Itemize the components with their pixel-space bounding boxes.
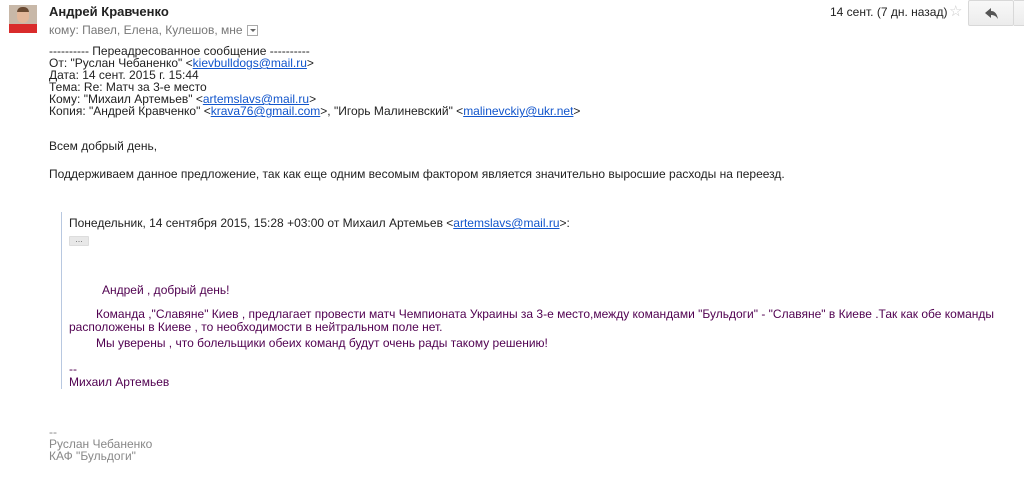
cc-middle: >, "Игорь Малиневский" < — [320, 104, 464, 118]
quote-paragraph-2: Мы уверены , что болельщики обеих команд… — [96, 336, 548, 350]
quote-email-link[interactable]: artemslavs@mail.ru — [453, 216, 559, 230]
reply-arrow-icon — [985, 8, 998, 19]
recipients-text: кому: Павел, Елена, Кулешов, мне — [49, 23, 243, 37]
message-greeting: Всем добрый день, — [49, 139, 158, 153]
from-email-link[interactable]: kievbulldogs@mail.ru — [193, 56, 307, 70]
recipients-line: кому: Павел, Елена, Кулешов, мне — [49, 23, 258, 37]
signature-org: КАФ "Бульдоги" — [49, 449, 136, 463]
cc-email-link-1[interactable]: krava76@gmail.com — [211, 104, 321, 118]
cc-suffix: > — [573, 104, 581, 118]
quote-signature-name: Михаил Артемьев — [69, 375, 170, 389]
message-date: 14 сент. (7 дн. назад) — [830, 5, 948, 19]
quote-paragraph-1: Команда ,"Славяне" Киев , предлагает про… — [69, 307, 995, 334]
from-suffix: > — [306, 56, 314, 70]
quote-header-text: Понедельник, 14 сентября 2015, 15:28 +03… — [69, 216, 454, 230]
forward-cc-line: Копия: "Андрей Кравченко" <krava76@gmail… — [49, 105, 1009, 117]
quote-greeting: Андрей , добрый день! — [102, 283, 230, 297]
cc-label: Копия: "Андрей Кравченко" < — [49, 104, 211, 118]
reply-button[interactable] — [968, 0, 1014, 26]
avatar-shirt — [9, 24, 37, 33]
avatar-hair — [17, 7, 29, 12]
sender-name[interactable]: Андрей Кравченко — [49, 4, 169, 19]
quote-header-suffix: >: — [559, 216, 570, 230]
star-icon[interactable]: ☆ — [949, 2, 962, 20]
more-options-button[interactable] — [1014, 0, 1024, 26]
quoted-message: Понедельник, 14 сентября 2015, 15:28 +03… — [61, 212, 1011, 389]
quote-signature-dash: -- — [69, 362, 77, 376]
show-details-dropdown-icon[interactable] — [246, 24, 258, 36]
quote-header: Понедельник, 14 сентября 2015, 15:28 +03… — [69, 216, 570, 230]
message-paragraph: Поддерживаем данное предложение, так как… — [49, 167, 785, 181]
show-trimmed-content-button[interactable]: ... — [69, 235, 89, 246]
forwarded-header-block: ---------- Переадресованное сообщение --… — [49, 45, 1009, 117]
cc-email-link-2[interactable]: malinevckiy@ukr.net — [463, 104, 573, 118]
sender-avatar[interactable] — [9, 5, 37, 33]
